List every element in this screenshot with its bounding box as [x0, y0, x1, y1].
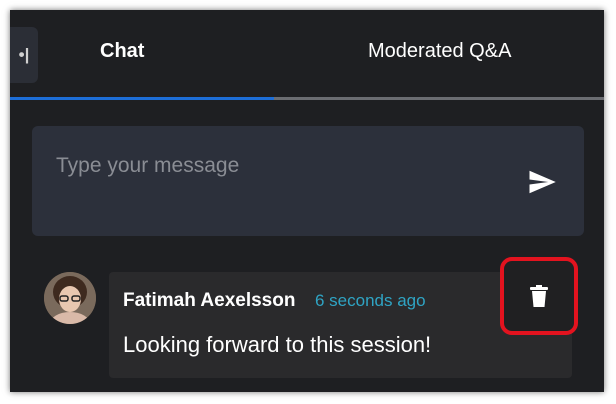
tab-underline [10, 97, 604, 100]
message-text: Looking forward to this session! [123, 332, 432, 357]
send-button[interactable] [520, 162, 564, 202]
tab-moderated-qa[interactable]: Moderated Q&A [368, 40, 511, 63]
collapse-panel-button[interactable]: •| [10, 27, 38, 83]
collapse-label: •| [18, 45, 30, 64]
trash-icon [530, 285, 548, 307]
tab-bar: •| Chat Moderated Q&A [10, 10, 604, 100]
avatar [44, 272, 96, 324]
message-input[interactable] [54, 148, 498, 184]
active-tab-indicator [10, 97, 274, 100]
chat-panel: •| Chat Moderated Q&A Fatimah Aexelsson … [10, 10, 604, 392]
send-icon [529, 170, 556, 194]
delete-message-button[interactable] [500, 257, 578, 335]
message-composer [32, 126, 584, 236]
message-timestamp: 6 seconds ago [315, 291, 426, 310]
message-author: Fatimah Aexelsson [123, 290, 296, 311]
tab-chat[interactable]: Chat [100, 40, 144, 63]
avatar-photo [44, 272, 96, 324]
